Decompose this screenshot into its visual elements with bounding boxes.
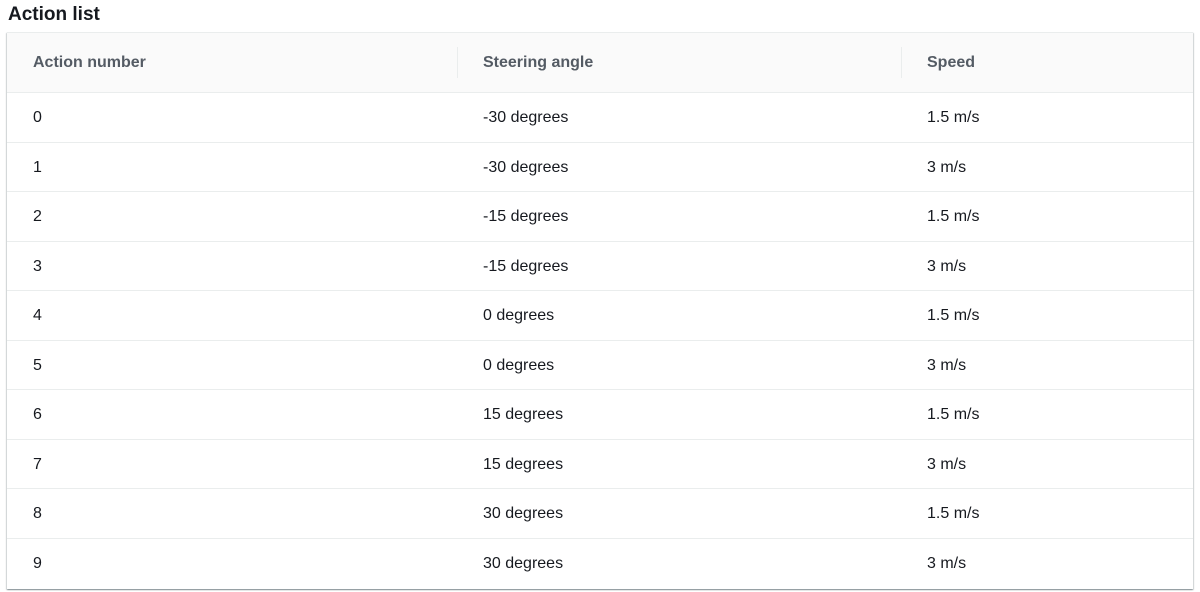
cell-action-number: 0	[33, 109, 42, 126]
cell-steering-angle: 15 degrees	[483, 406, 564, 423]
table-row: 1 -30 degrees 3 m/s	[7, 143, 1193, 192]
cell-steering-angle: 15 degrees	[483, 455, 564, 473]
table-row: 2 -15 degrees 1.5 m/s	[7, 192, 1193, 242]
cell-speed: 1.5 m/s	[927, 406, 980, 423]
cell-speed: 1.5 m/s	[927, 208, 980, 225]
table-row: 9 30 degrees 3 m/s	[7, 539, 1193, 589]
table-row: 6 15 degrees 1.5 m/s	[7, 390, 1193, 440]
cell-steering-angle: -15 degrees	[483, 208, 569, 225]
cell-action-number: 8	[33, 505, 42, 522]
cell-speed: 3 m/s	[927, 554, 967, 572]
cell-action-number: 2	[33, 208, 42, 225]
table-row: 7 15 degrees 3 m/s	[7, 440, 1193, 489]
column-header-action-number: Action number	[33, 54, 146, 71]
column-header-steering-angle: Steering angle	[483, 54, 594, 71]
column-divider	[457, 47, 458, 78]
cell-action-number: 1	[33, 158, 42, 176]
cell-action-number: 9	[33, 554, 42, 572]
cell-speed: 1.5 m/s	[927, 505, 980, 522]
cell-steering-angle: 0 degrees	[483, 356, 555, 374]
cell-action-number: 5	[33, 356, 42, 374]
action-list-page: Action list Action number Steering angle…	[0, 0, 1200, 592]
page-title: Action list	[8, 4, 100, 25]
table-row: 8 30 degrees 1.5 m/s	[7, 489, 1193, 539]
cell-action-number: 4	[33, 307, 42, 324]
action-table: Action number Steering angle Speed 0 -30…	[7, 32, 1193, 589]
cell-speed: 3 m/s	[927, 455, 967, 473]
table-row: 0 -30 degrees 1.5 m/s	[7, 93, 1193, 143]
cell-steering-angle: 30 degrees	[483, 554, 564, 572]
table-row: 3 -15 degrees 3 m/s	[7, 242, 1193, 291]
table-header: Action number Steering angle Speed	[7, 33, 1193, 93]
cell-steering-angle: 0 degrees	[483, 307, 555, 324]
table-row: 4 0 degrees 1.5 m/s	[7, 291, 1193, 341]
cell-speed: 1.5 m/s	[927, 307, 980, 324]
cell-speed: 3 m/s	[927, 356, 967, 374]
column-divider	[901, 47, 902, 78]
cell-action-number: 6	[33, 406, 42, 423]
column-header-speed: Speed	[927, 54, 976, 71]
cell-speed: 3 m/s	[927, 257, 967, 275]
cell-steering-angle: -30 degrees	[483, 158, 569, 176]
cell-steering-angle: 30 degrees	[483, 505, 564, 522]
cell-action-number: 7	[33, 455, 42, 473]
cell-steering-angle: -30 degrees	[483, 109, 569, 126]
cell-steering-angle: -15 degrees	[483, 257, 569, 275]
cell-speed: 3 m/s	[927, 158, 967, 176]
table-row: 5 0 degrees 3 m/s	[7, 341, 1193, 390]
cell-action-number: 3	[33, 257, 42, 275]
cell-speed: 1.5 m/s	[927, 109, 980, 126]
